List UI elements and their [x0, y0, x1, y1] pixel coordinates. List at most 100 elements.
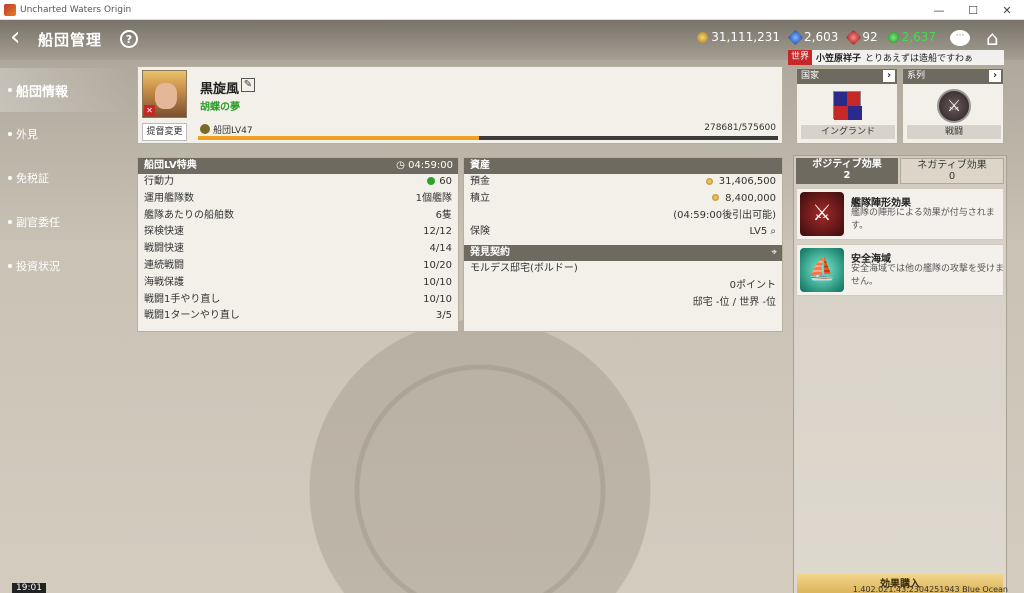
benefits-header: 船団LV特典 ◷ 04:59:00	[138, 158, 458, 174]
close-icon[interactable]: ✕	[990, 0, 1024, 20]
benefit-value: 1個艦隊	[415, 192, 452, 204]
series-header: 系列 ›	[903, 69, 1003, 84]
window-titlebar: Uncharted Waters Origin — ☐ ✕	[0, 0, 1024, 20]
saving-row: 積立 8,400,000	[464, 191, 782, 208]
discovery-title: 発見契約	[470, 247, 510, 259]
timer-value: 04:59:00	[408, 160, 453, 171]
gold-value: 31,111,231	[711, 30, 780, 44]
discovery-points: 0ポイント	[729, 279, 776, 291]
discovery-points-row: 0ポイント	[464, 278, 782, 295]
benefit-label: 探検快速	[144, 226, 184, 238]
admiral-name: 黒旋風	[200, 82, 240, 97]
exp-track	[198, 136, 778, 140]
benefits-timer: ◷ 04:59:00	[396, 160, 453, 171]
maximize-icon[interactable]: ☐	[956, 0, 990, 20]
tab-negative-effects[interactable]: ネガティブ効果 0	[900, 158, 1004, 184]
benefit-value: 3/5	[435, 310, 452, 322]
country-label: イングランド	[801, 125, 895, 139]
home-icon[interactable]: ⌂	[986, 26, 1010, 50]
saving-note-row: (04:59:00後引出可能)	[464, 208, 782, 225]
game-screen: ‹ 船団管理 ? 31,111,231 2,603 92 2,637 ··· ⌂…	[0, 20, 1024, 593]
tab-positive-effects[interactable]: ポジティブ効果 2	[796, 158, 898, 184]
insurance-row[interactable]: 保険 LV5 ⌕	[464, 224, 782, 241]
benefit-value: 10/10	[423, 276, 452, 288]
benefit-row: 運用艦隊数 1個艦隊	[138, 191, 458, 208]
currency-blue-gem: 2,603	[787, 29, 839, 45]
country-box: 国家 › イングランド	[796, 68, 898, 144]
red-gem-value: 92	[862, 30, 878, 44]
benefit-value: 6隻	[435, 209, 452, 221]
menu-item-fleet-info[interactable]: 船団情報	[0, 68, 130, 112]
saving-value: 8,400,000	[725, 192, 776, 204]
benefit-row: 艦隊あたりの船舶数 6隻	[138, 208, 458, 225]
bullet-icon	[8, 88, 12, 92]
location-pin-icon[interactable]: ⌖	[771, 245, 777, 261]
blue-gem-value: 2,603	[804, 30, 839, 44]
menu-item-deputy[interactable]: 副官委任	[0, 200, 130, 244]
discovery-rank-row: 邸宅 -位 / 世界 -位	[464, 295, 782, 312]
saving-note: (04:59:00後引出可能)	[673, 209, 776, 221]
effect-desc: 安全海域では他の艦隊の攻撃を受けません。	[851, 264, 1005, 287]
back-button[interactable]: ‹	[10, 24, 30, 50]
menu-item-tax-exemption[interactable]: 免税証	[0, 156, 130, 200]
benefit-row: 戦闘快速 4/14	[138, 241, 458, 258]
menu-label: 投資状況	[16, 260, 60, 273]
minimize-icon[interactable]: —	[922, 0, 956, 20]
menu-label: 副官委任	[16, 216, 60, 229]
currency-red-gem: 92	[846, 29, 878, 45]
blue-gem-icon	[787, 29, 804, 45]
chat-icon[interactable]: ···	[950, 30, 970, 46]
fleet-level-bar: 船団LV47 278681/575600	[198, 123, 778, 141]
admiral-panel: ✕ 提督変更 黒旋風 ✎ 胡蝶の夢 船団LV47 278681/575600	[137, 66, 783, 144]
menu-item-appearance[interactable]: 外見	[0, 112, 130, 156]
effects-tabs: ポジティブ効果 2 ネガティブ効果 0	[796, 158, 1004, 184]
edit-icon[interactable]: ✎	[241, 78, 255, 92]
currency-gold: 31,111,231	[697, 30, 780, 44]
menu-label: 免税証	[16, 172, 49, 185]
world-chat-ticker[interactable]: 世界 小笠原祥子 とりあえずは造船ですわぁ	[788, 50, 1004, 65]
country-header: 国家 ›	[797, 69, 897, 84]
benefit-label: 運用艦隊数	[144, 192, 194, 204]
currency-green: 2,637	[887, 30, 936, 44]
benefit-label: 戦闘1ターンやり直し	[144, 310, 240, 322]
benefit-value: 12/12	[423, 226, 452, 238]
window-controls: — ☐ ✕	[922, 0, 1024, 20]
effect-card[interactable]: ⛵ 安全海域 安全海域では他の艦隊の攻撃を受けません。	[796, 244, 1004, 296]
help-icon[interactable]: ?	[120, 30, 138, 48]
chevron-right-icon[interactable]: ›	[989, 70, 1001, 82]
discovery-place: モルデス邸宅(ボルドー)	[470, 263, 578, 275]
series-label: 戦闘	[907, 125, 1001, 139]
fleet-level-label: 船団LV47	[213, 126, 253, 136]
chevron-right-icon[interactable]: ›	[883, 70, 895, 82]
tab-label: ポジティブ効果	[812, 159, 882, 170]
green-point-value: 2,637	[901, 30, 936, 44]
menu-item-investment[interactable]: 投資状況	[0, 244, 130, 288]
assets-header: 資産	[464, 158, 782, 174]
benefit-row: 行動力 60	[138, 174, 458, 191]
effects-panel: ポジティブ効果 2 ネガティブ効果 0 ⚔ 艦隊陣形効果 艦隊の陣形による効果が付与…	[793, 155, 1007, 593]
change-admiral-button[interactable]: 提督変更	[142, 123, 187, 141]
saving-label: 積立	[470, 192, 490, 204]
ship-icon: ⛵	[800, 248, 844, 292]
effect-card[interactable]: ⚔ 艦隊陣形効果 艦隊の陣形による効果が付与されます。	[796, 188, 1004, 240]
chat-channel-tag: 世界	[788, 50, 813, 65]
bullet-icon	[8, 264, 12, 268]
menu-label: 外見	[16, 128, 38, 141]
benefit-row: 連続戦闘 10/20	[138, 258, 458, 275]
magnifier-icon[interactable]: ⌕	[770, 226, 776, 237]
gold-coin-icon	[697, 31, 709, 43]
clock: 19:01	[12, 583, 46, 593]
benefit-row: 探検快速 12/12	[138, 224, 458, 241]
crossed-swords-badge-icon: ✕	[144, 105, 155, 116]
benefit-value: 10/20	[423, 259, 452, 271]
bullet-icon	[8, 220, 12, 224]
green-point-icon	[887, 31, 899, 43]
tab-count: 0	[948, 171, 956, 182]
admiral-portrait[interactable]: ✕	[142, 70, 187, 118]
exp-fill	[198, 136, 479, 140]
app-icon	[4, 3, 16, 16]
deposit-label: 預金	[470, 176, 490, 187]
discovery-rank: 邸宅 -位 / 世界 -位	[692, 296, 776, 308]
benefit-label: 戦闘快速	[144, 243, 184, 255]
assets-panel: 資産 預金 31,406,500 積立 8,400,000 (04:59:00後引出…	[463, 157, 783, 332]
